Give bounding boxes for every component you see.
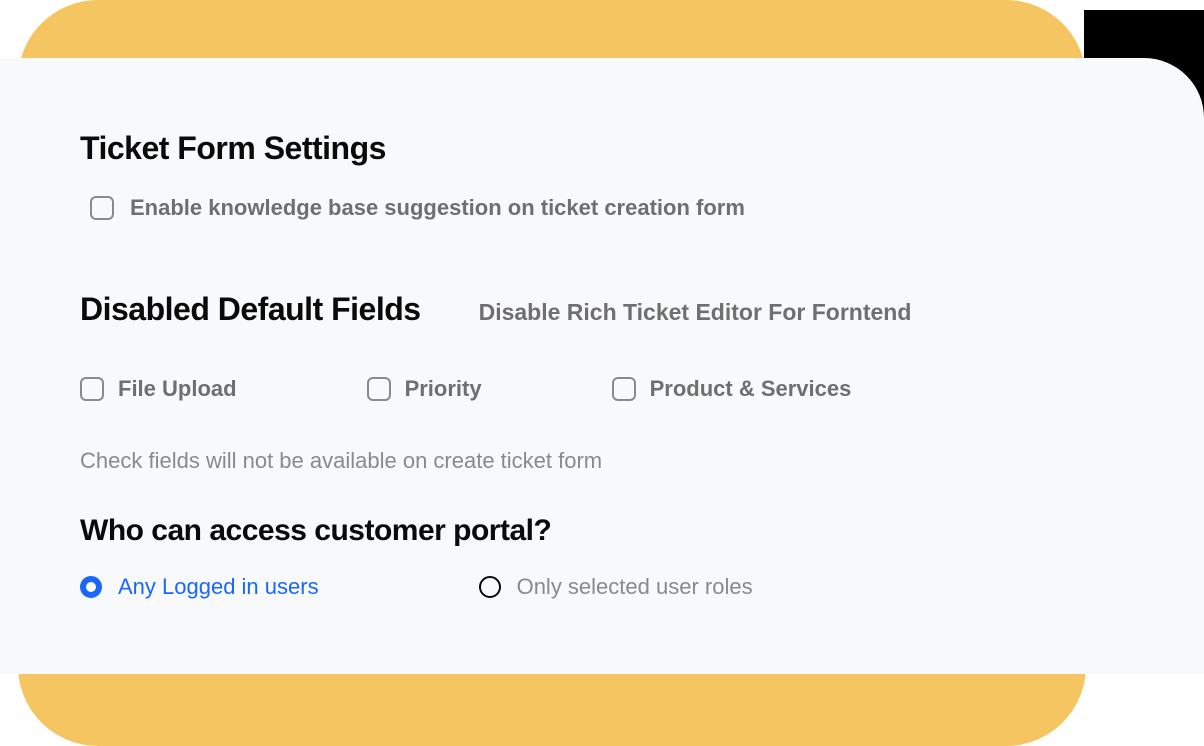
file-upload-label: File Upload — [118, 376, 237, 402]
disable-rich-editor-label: Disable Rich Ticket Editor For Forntend — [479, 299, 912, 326]
disabled-fields-helper: Check fields will not be available on cr… — [80, 448, 1124, 474]
radio-unselected-icon — [479, 576, 501, 598]
any-logged-in-label: Any Logged in users — [118, 574, 319, 600]
portal-access-title: Who can access customer portal? — [80, 514, 1124, 548]
file-upload-checkbox[interactable] — [80, 377, 104, 401]
selected-roles-label: Only selected user roles — [517, 574, 753, 600]
kb-suggestion-row: Enable knowledge base suggestion on tick… — [90, 195, 1124, 221]
settings-panel: Ticket Form Settings Enable knowledge ba… — [0, 58, 1204, 674]
ticket-form-settings-title: Ticket Form Settings — [80, 130, 1124, 167]
portal-access-options: Any Logged in users Only selected user r… — [80, 574, 1124, 600]
disabled-fields-header: Disabled Default Fields Disable Rich Tic… — [80, 291, 1124, 328]
product-services-checkbox[interactable] — [612, 377, 636, 401]
priority-checkbox[interactable] — [367, 377, 391, 401]
product-services-label: Product & Services — [650, 376, 852, 402]
kb-suggestion-label: Enable knowledge base suggestion on tick… — [130, 195, 745, 221]
priority-option: Priority — [367, 376, 482, 402]
any-logged-in-option[interactable]: Any Logged in users — [80, 574, 319, 600]
file-upload-option: File Upload — [80, 376, 237, 402]
disabled-fields-title: Disabled Default Fields — [80, 291, 421, 328]
selected-roles-option[interactable]: Only selected user roles — [479, 574, 753, 600]
product-services-option: Product & Services — [612, 376, 852, 402]
priority-label: Priority — [405, 376, 482, 402]
kb-suggestion-checkbox[interactable] — [90, 196, 114, 220]
radio-selected-icon — [80, 576, 102, 598]
disabled-fields-options: File Upload Priority Product & Services — [80, 376, 1124, 402]
